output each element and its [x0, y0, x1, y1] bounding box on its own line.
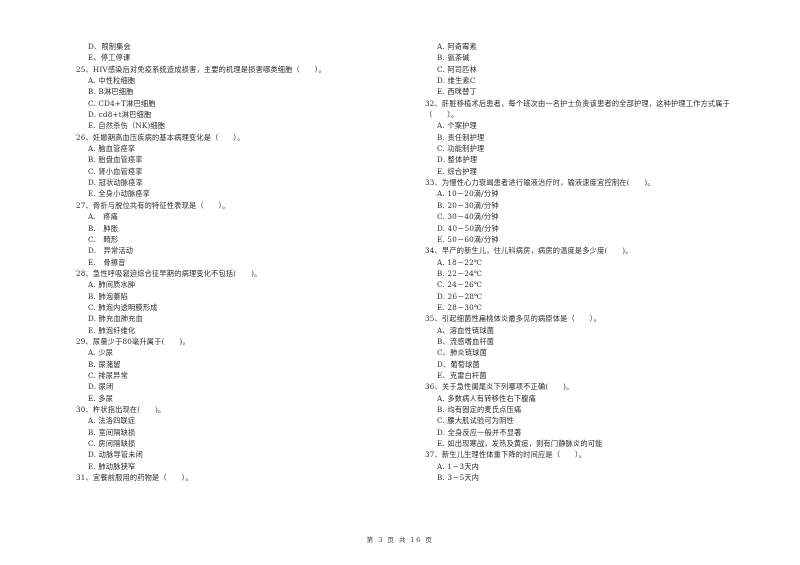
question-stem: 31、宜餐前服用的药物是（ ）。 [76, 473, 193, 483]
answer-option: A. 肺间质水肿 [88, 280, 136, 290]
answer-option: B. 肺泡萎陷 [88, 291, 129, 301]
answer-option: C. 肾小血管痉挛 [88, 166, 143, 176]
answer-option: C. 功能制护理 [437, 144, 485, 154]
answer-option: C、肺炎链球菌 [437, 348, 488, 358]
exam-page: D、限制集会 E、停工停课 25、HIV感染后对免疫系统造成损害，主要的机理是损害哪… [0, 0, 800, 565]
answer-option: B. 均有固定的麦氏点压痛 [437, 405, 522, 414]
answer-option: C. 30－40滴/分钟 [437, 212, 499, 222]
answer-option: E. 肺动脉狭窄 [88, 461, 136, 471]
answer-option: B. 20－30滴/分钟 [437, 200, 499, 210]
answer-option: E. 自然杀伤（NK)细胞 [88, 121, 166, 131]
answer-option: D. 整体护理 [437, 155, 478, 165]
answer-option: E、克雷白杆菌 [437, 370, 487, 380]
answer-option: E、停工停课 [88, 53, 131, 63]
answer-option: C. 阿司匹林 [437, 64, 477, 74]
question-stem: 35、引起细菌性扁桃体炎最多见的病原体是（ ）。 [425, 314, 601, 324]
answer-option: D. 肺充血肺充血 [88, 314, 144, 324]
answer-option: A. 多数病人有转移性右下腹痛 [437, 393, 537, 403]
question-stem: 26、妊娠期高血压疾病的基本病理变化是（ ）。 [76, 132, 245, 142]
answer-option: E. 如出现寒战，发热及黄疸，则有门静脉炎的可能 [437, 439, 603, 449]
question-stem: 27、骨折与脱位共有的特征性表现是（ ）。 [76, 200, 230, 210]
answer-option: C. 肺泡内透明膜形成 [88, 302, 158, 312]
answer-option: A. 10－20滴/分钟 [437, 189, 499, 199]
answer-option: A. 个案护理 [437, 121, 477, 131]
answer-option: B. 22－24℃ [437, 268, 483, 278]
answer-option: C. 畸形 [88, 234, 119, 244]
answer-option: E. 50－60滴/分钟 [437, 234, 499, 244]
answer-option: B. 室间隔缺损 [88, 427, 136, 437]
answer-option: E. 全身小动脉痉挛 [88, 189, 151, 199]
answer-option: D. 动脉导管未闭 [88, 450, 144, 460]
answer-option: A. 18－22℃ [437, 257, 483, 267]
question-stem: 28、急性呼吸窘迫综合征早期的病理变化不包括( )。 [76, 268, 262, 278]
answer-option: D. 冠状动脉痉挛 [88, 178, 144, 188]
answer-option: A. 阿奇霉素 [437, 42, 477, 51]
answer-option: B、流感嗜血杆菌 [437, 336, 495, 346]
question-stem: 30、杵状指出现在( )。 [76, 405, 166, 414]
answer-option: A. 少尿 [88, 348, 114, 358]
answer-option: A. 法洛四联症 [88, 416, 136, 426]
answer-option: B. 3－5天内 [437, 473, 480, 483]
answer-option: D. cd8+t淋巴细胞 [88, 110, 152, 120]
question-stem: 29、尿量少于80毫升属于( )。 [76, 336, 190, 346]
question-stem: 34、早产的新生儿，住儿科病房，病房的温度是多少度( )。 [425, 246, 633, 256]
question-stem: 36、关于急性阑尾炎下列哪项不正确( )。 [425, 382, 574, 392]
answer-option: C. 24－26℃ [437, 280, 483, 290]
answer-option: E. 多尿 [88, 393, 114, 403]
question-stem: 25、HIV感染后对免疫系统造成损害，主要的机理是损害哪类细胞（ ）。 [76, 64, 326, 74]
answer-option: E. 28－30℃ [437, 302, 483, 312]
answer-option: C. 排尿异常 [88, 370, 128, 380]
answer-option: E. 综合护理 [437, 166, 477, 176]
answer-option: D. 26－28℃ [437, 291, 483, 301]
answer-option: B. 责任制护理 [437, 132, 485, 142]
answer-option: A. 疼痛 [88, 212, 119, 222]
answer-option: B. 尿潴留 [88, 359, 121, 369]
answer-option: E. 西咪替丁 [437, 87, 477, 97]
answer-option: B. B淋巴细胞 [88, 87, 134, 97]
page-number-footer: 第 3 页 共 16 页 [366, 536, 434, 544]
answer-option: C. 腰大肌试验可为阴性 [437, 416, 514, 426]
question-stem: 37、新生儿生理性体重下降的时间应是（ ）。 [425, 450, 587, 460]
answer-option: D. 40－50滴/分钟 [437, 223, 499, 233]
answer-option: A. 1－3天内 [437, 461, 480, 471]
answer-option: B. 肿胀 [88, 223, 119, 233]
left-column: D、限制集会 E、停工停课 25、HIV感染后对免疫系统造成损害，主要的机理是损害哪… [76, 41, 396, 483]
answer-option: C. CD4+T淋巴细胞 [88, 98, 156, 108]
answer-option: D、葡萄球菌 [437, 359, 480, 369]
answer-option: B. 氨茶碱 [437, 53, 470, 63]
right-column: A. 阿奇霉素 B. 氨茶碱 C. 阿司匹林 D. 维生素C E. 西咪替丁 32、肝脏移… [425, 41, 770, 483]
answer-option: A. 脑血管痉挛 [88, 144, 136, 154]
question-stem: （ ）。 [425, 110, 459, 120]
answer-option: D、限制集会 [88, 42, 131, 51]
answer-option: E. 肺泡纤维化 [88, 325, 136, 335]
answer-option: A、溶血性链球菌 [437, 325, 495, 335]
answer-option: D. 尿闭 [88, 382, 114, 392]
answer-option: C. 房间隔缺损 [88, 439, 136, 449]
question-stem: 32、肝脏移植术后患者，每个班次由一名护士负责该患者的全部护理，这种护理工作方式… [425, 98, 731, 108]
question-stem: 33、为慢性心力衰竭患者进行输液治疗时，输液速度宜控制在( )。 [425, 178, 655, 188]
answer-option: D. 维生素C [437, 76, 476, 86]
answer-option: D. 全身反应一般并不显著 [437, 427, 522, 437]
answer-option: A. 中性粒细胞 [88, 76, 136, 86]
answer-option: B. 胎盘血管痉挛 [88, 155, 143, 165]
answer-option: D. 异常活动 [88, 246, 134, 256]
answer-option: E. 骨擦音 [88, 257, 126, 267]
